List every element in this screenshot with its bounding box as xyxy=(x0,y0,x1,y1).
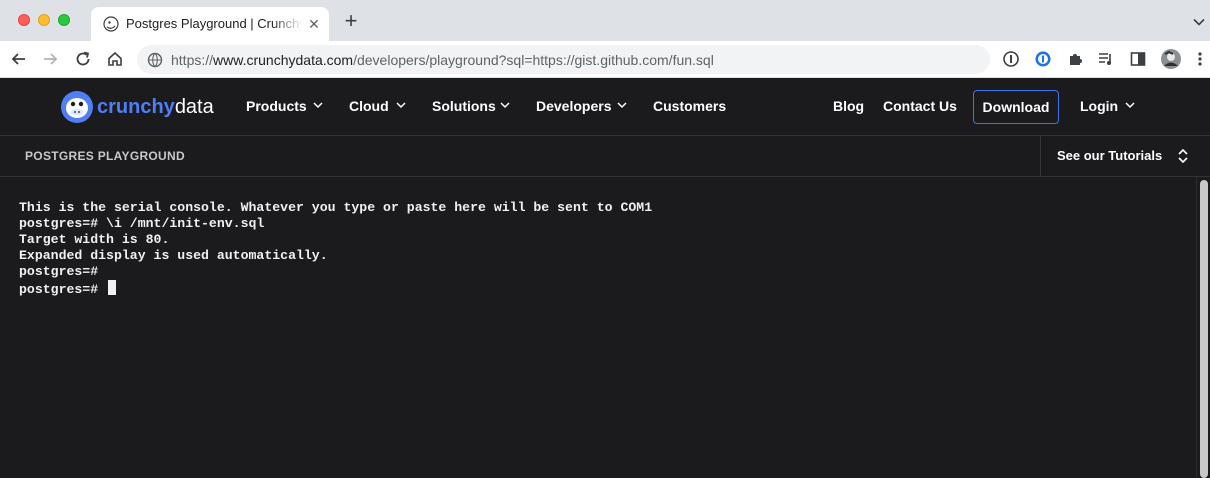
console-line: postgres=# \i /mnt/init-env.sql xyxy=(19,216,265,231)
zoom-window-button[interactable] xyxy=(58,14,70,26)
url-host: www.crunchydata.com xyxy=(213,52,354,68)
subheader-divider xyxy=(1040,136,1041,176)
url-scheme: https:// xyxy=(171,52,214,68)
logo-wordmark: crunchydata xyxy=(97,95,214,119)
browser-tab-strip: Postgres Playground | Crunchy ✕ + xyxy=(0,0,1210,41)
serial-console[interactable]: This is the serial console. Whatever you… xyxy=(0,177,1196,478)
tab-title-fade xyxy=(271,13,303,35)
scrollbar-thumb[interactable] xyxy=(1200,180,1208,478)
crunchy-hippo-logo-icon xyxy=(61,91,93,123)
home-icon[interactable] xyxy=(106,50,124,68)
reader-info-icon[interactable] xyxy=(1002,50,1020,68)
minimize-window-button[interactable] xyxy=(38,14,50,26)
site-navbar: crunchydata Products Cloud Solutions Dev… xyxy=(0,78,1210,136)
console-prompt: postgres=# xyxy=(19,282,107,297)
crunchy-favicon-icon xyxy=(103,16,119,32)
browser-menu-icon[interactable] xyxy=(1194,50,1206,68)
tab-close-icon[interactable]: ✕ xyxy=(306,16,322,32)
close-window-button[interactable] xyxy=(18,14,30,26)
console-line: This is the serial console. Whatever you… xyxy=(19,200,653,215)
console-scrollbar[interactable] xyxy=(1196,177,1210,478)
console-line: postgres=# xyxy=(19,264,99,279)
nav-blog[interactable]: Blog xyxy=(833,98,864,115)
console-output: This is the serial console. Whatever you… xyxy=(19,200,652,298)
text-cursor xyxy=(108,280,117,295)
browser-toolbar: https://www.crunchydata.com/developers/p… xyxy=(0,41,1210,78)
nav-developers[interactable]: Developers xyxy=(536,98,611,115)
up-down-chevron-icon[interactable] xyxy=(1177,147,1189,165)
chevron-down-icon xyxy=(313,102,323,109)
chevron-down-icon xyxy=(617,102,627,109)
site-info-icon[interactable] xyxy=(147,52,163,68)
profile-avatar[interactable] xyxy=(1161,49,1181,69)
nav-solutions[interactable]: Solutions xyxy=(432,98,496,115)
chevron-down-icon xyxy=(396,102,406,109)
console-prompt-line[interactable]: postgres=# xyxy=(19,280,652,298)
password-manager-icon[interactable] xyxy=(1034,50,1052,68)
logo-word-data: data xyxy=(174,96,214,118)
browser-tab-active[interactable]: Postgres Playground | Crunchy ✕ xyxy=(91,7,329,41)
side-panel-icon[interactable] xyxy=(1129,50,1147,68)
nav-contact-us[interactable]: Contact Us xyxy=(883,98,957,115)
nav-cloud[interactable]: Cloud xyxy=(349,98,389,115)
reload-icon[interactable] xyxy=(74,50,92,68)
back-arrow-icon[interactable] xyxy=(10,50,28,68)
console-line: Target width is 80. xyxy=(19,232,170,247)
tab-search-chevron-icon[interactable] xyxy=(1192,15,1206,29)
console-line: Expanded display is used automatically. xyxy=(19,248,328,263)
nav-products[interactable]: Products xyxy=(246,98,307,115)
address-bar[interactable]: https://www.crunchydata.com/developers/p… xyxy=(137,45,990,74)
page-title: POSTGRES PLAYGROUND xyxy=(25,149,185,163)
logo-word-crunchy: crunchy xyxy=(97,96,175,118)
nav-login[interactable]: Login xyxy=(1080,98,1118,115)
chevron-down-icon xyxy=(1125,102,1135,109)
url-path: /developers/playground?sql=https://gist.… xyxy=(353,52,714,68)
download-button[interactable]: Download xyxy=(973,90,1059,124)
extensions-puzzle-icon[interactable] xyxy=(1066,50,1084,68)
nav-customers[interactable]: Customers xyxy=(653,98,726,115)
media-queue-icon[interactable] xyxy=(1097,50,1115,68)
url-text: https://www.crunchydata.com/developers/p… xyxy=(171,52,714,68)
chevron-down-icon xyxy=(500,102,510,109)
new-tab-button[interactable]: + xyxy=(341,10,361,32)
tutorials-selector[interactable]: See our Tutorials xyxy=(1057,148,1162,164)
playground-subheader: POSTGRES PLAYGROUND See our Tutorials xyxy=(0,136,1210,177)
forward-arrow-icon[interactable] xyxy=(41,50,59,68)
crunchy-data-logo[interactable]: crunchydata xyxy=(60,90,220,124)
